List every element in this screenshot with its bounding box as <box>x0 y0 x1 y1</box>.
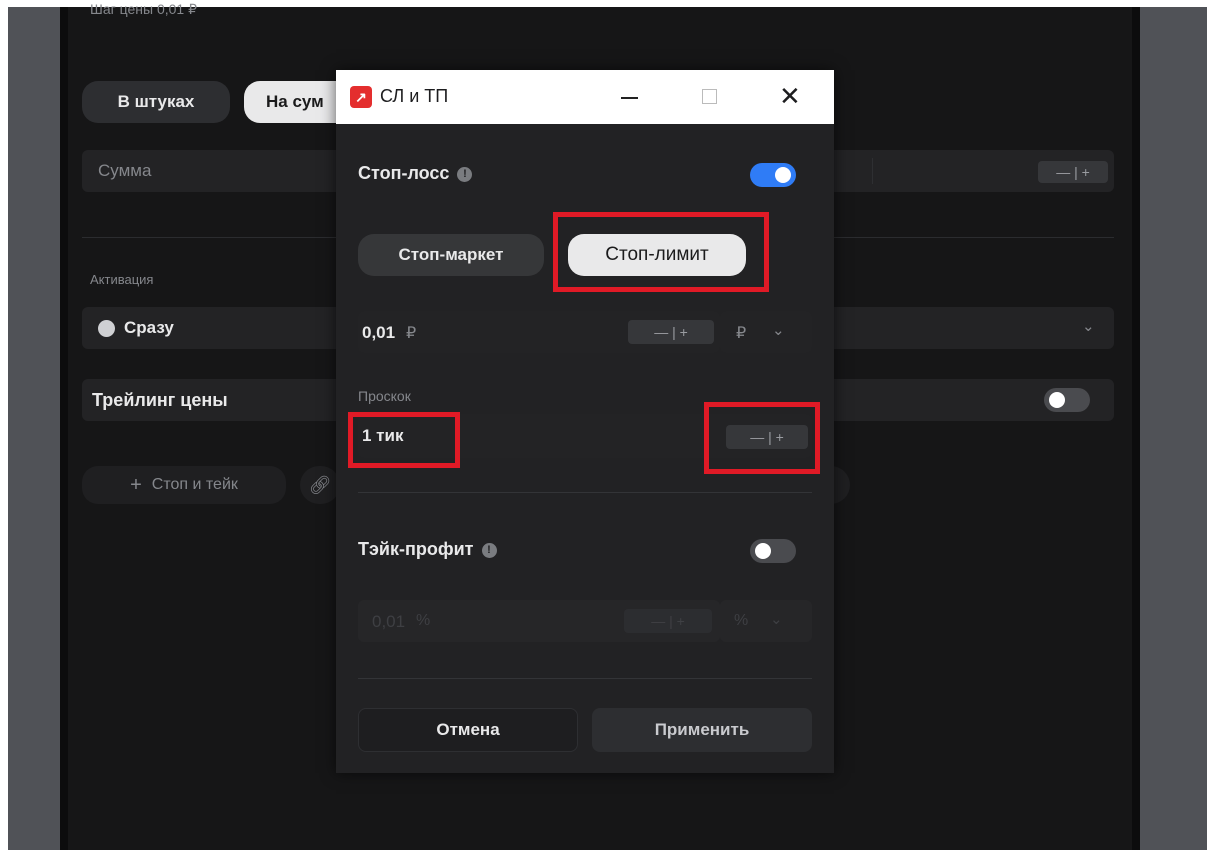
dialog-titlebar: ↗ СЛ и ТП ✕ <box>336 70 834 124</box>
apply-button[interactable]: Применить <box>592 708 812 752</box>
divider <box>358 678 812 679</box>
trailing-label: Трейлинг цены <box>92 390 228 410</box>
stop-price-unit: ₽ <box>406 325 417 342</box>
tab-in-pieces[interactable]: В штуках <box>82 81 230 123</box>
sum-placeholder: Сумма <box>98 161 152 180</box>
chevron-down-icon: ⌄ <box>770 611 783 628</box>
take-profit-unit-select[interactable]: % ⌄ <box>720 600 812 642</box>
activation-value: Сразу <box>124 318 174 337</box>
add-stop-take-label: Стоп и тейк <box>151 476 238 493</box>
clock-icon <box>98 320 115 337</box>
price-step-text: Шаг цены 0,01 ₽ <box>90 1 197 17</box>
sum-stepper[interactable]: — | + <box>1038 161 1108 183</box>
take-profit-input[interactable]: 0,01 % — | + <box>358 600 720 642</box>
tab-stop-market[interactable]: Стоп-маркет <box>358 234 544 276</box>
annotation-highlight <box>704 402 820 474</box>
divider <box>872 158 873 184</box>
link-icon[interactable]: 🔗︎ <box>300 466 340 504</box>
take-profit-unit: % <box>416 612 431 629</box>
take-profit-label: Тэйк-профит! <box>358 539 497 560</box>
stop-price-value: 0,01 <box>362 323 396 342</box>
chevron-down-icon: ⌄ <box>772 322 785 339</box>
stop-price-stepper[interactable]: — | + <box>628 320 714 344</box>
close-icon[interactable]: ✕ <box>779 81 801 112</box>
info-icon[interactable]: ! <box>457 166 473 182</box>
take-profit-unit-value: % <box>734 612 749 629</box>
left-border <box>60 7 68 850</box>
right-border <box>1132 7 1140 850</box>
sl-tp-dialog: ↗ СЛ и ТП ✕ Стоп-лосс! Стоп-маркет Стоп-… <box>336 70 834 773</box>
app-logo-icon: ↗ <box>350 86 372 108</box>
minimize-icon[interactable] <box>621 97 638 99</box>
info-icon[interactable]: ! <box>481 542 497 558</box>
add-stop-take-button[interactable]: + Стоп и тейк <box>82 466 286 504</box>
chevron-down-icon: ⌄ <box>1082 318 1095 335</box>
annotation-highlight <box>553 212 769 292</box>
left-window-edge <box>8 7 60 850</box>
trailing-toggle[interactable] <box>1044 388 1090 412</box>
take-profit-toggle[interactable] <box>750 539 796 563</box>
slippage-label: Проскок <box>358 388 411 404</box>
maximize-icon[interactable] <box>702 89 717 104</box>
take-profit-stepper[interactable]: — | + <box>624 609 712 633</box>
right-window-edge <box>1140 7 1207 850</box>
stop-unit-select[interactable]: ₽ ⌄ <box>720 311 812 353</box>
divider <box>358 492 812 493</box>
stop-unit-value: ₽ <box>736 325 747 342</box>
dialog-title: СЛ и ТП <box>380 86 449 106</box>
annotation-highlight <box>348 412 460 468</box>
plus-icon: + <box>130 473 142 496</box>
stop-price-input[interactable]: 0,01 ₽ — | + <box>358 311 720 353</box>
cancel-button[interactable]: Отмена <box>358 708 578 752</box>
stop-loss-toggle[interactable] <box>750 163 796 187</box>
take-profit-value: 0,01 <box>372 612 406 631</box>
activation-label: Активация <box>90 272 154 287</box>
stop-loss-label: Стоп-лосс! <box>358 163 473 184</box>
